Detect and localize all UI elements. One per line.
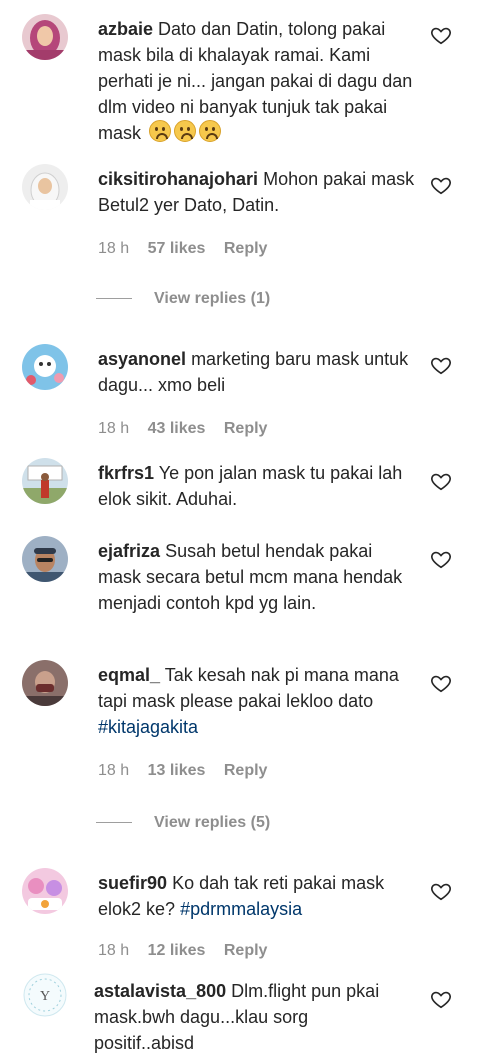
- comment-body: asyanonel marketing baru mask untuk dagu…: [98, 346, 416, 398]
- hashtag-link[interactable]: #pdrmmalaysia: [180, 899, 302, 919]
- avatar[interactable]: Y: [22, 972, 68, 1018]
- hashtag-link[interactable]: #kitajagakita: [98, 717, 198, 737]
- like-heart-icon[interactable]: [430, 880, 452, 902]
- avatar[interactable]: [22, 660, 68, 706]
- view-replies-button[interactable]: View replies (1): [96, 290, 270, 308]
- likes-count[interactable]: 43 likes: [148, 420, 206, 437]
- reply-button[interactable]: Reply: [224, 942, 268, 959]
- avatar[interactable]: [22, 344, 68, 390]
- likes-count[interactable]: 13 likes: [148, 762, 206, 779]
- comment-meta: 18 h 43 likes Reply: [98, 420, 281, 438]
- comment-body: astalavista_800 Dlm.flight pun pkai mask…: [94, 978, 412, 1056]
- avatar[interactable]: [22, 14, 68, 60]
- username[interactable]: ejafriza: [98, 541, 160, 561]
- username[interactable]: astalavista_800: [94, 981, 226, 1001]
- comment-body: ciksitirohanajohari Mohon pakai mask Bet…: [98, 166, 416, 218]
- username[interactable]: fkrfrs1: [98, 463, 154, 483]
- view-replies-label: View replies (5): [154, 814, 271, 831]
- like-heart-icon[interactable]: [430, 470, 452, 492]
- comment-body: suefir90 Ko dah tak reti pakai mask elok…: [98, 870, 416, 922]
- comment-meta: 18 h 57 likes Reply: [98, 240, 281, 258]
- timestamp: 18 h: [98, 762, 130, 779]
- like-heart-icon[interactable]: [430, 672, 452, 694]
- username[interactable]: suefir90: [98, 873, 167, 893]
- comment-meta: 18 h 12 likes Reply: [98, 942, 281, 960]
- comment-body: fkrfrs1 Ye pon jalan mask tu pakai lah e…: [98, 460, 416, 512]
- avatar[interactable]: [22, 868, 68, 914]
- avatar[interactable]: [22, 458, 68, 504]
- like-heart-icon[interactable]: [430, 24, 452, 46]
- comment-body: ejafriza Susah betul hendak pakai mask s…: [98, 538, 416, 616]
- reply-button[interactable]: Reply: [224, 420, 268, 437]
- reply-button[interactable]: Reply: [224, 240, 268, 257]
- comment-meta: 18 h 13 likes Reply: [98, 762, 281, 780]
- svg-text:Y: Y: [40, 989, 50, 1004]
- username[interactable]: asyanonel: [98, 349, 186, 369]
- divider: [96, 298, 132, 300]
- like-heart-icon[interactable]: [430, 174, 452, 196]
- timestamp: 18 h: [98, 240, 130, 257]
- view-replies-label: View replies (1): [154, 290, 271, 307]
- avatar[interactable]: [22, 164, 68, 210]
- like-heart-icon[interactable]: [430, 548, 452, 570]
- likes-count[interactable]: 12 likes: [148, 942, 206, 959]
- view-replies-button[interactable]: View replies (5): [96, 814, 270, 832]
- timestamp: 18 h: [98, 420, 130, 437]
- divider: [96, 822, 132, 824]
- like-heart-icon[interactable]: [430, 354, 452, 376]
- username[interactable]: ciksitirohanajohari: [98, 169, 258, 189]
- avatar[interactable]: [22, 536, 68, 582]
- comment-body: eqmal_ Tak kesah nak pi mana mana tapi m…: [98, 662, 416, 740]
- username[interactable]: eqmal_: [98, 665, 160, 685]
- reply-button[interactable]: Reply: [224, 762, 268, 779]
- like-heart-icon[interactable]: [430, 988, 452, 1010]
- likes-count[interactable]: 57 likes: [148, 240, 206, 257]
- comment-body: azbaie Dato dan Datin, tolong pakai mask…: [98, 16, 416, 146]
- username[interactable]: azbaie: [98, 19, 153, 39]
- worried-face-emoji-icon: [146, 120, 222, 143]
- timestamp: 18 h: [98, 942, 130, 959]
